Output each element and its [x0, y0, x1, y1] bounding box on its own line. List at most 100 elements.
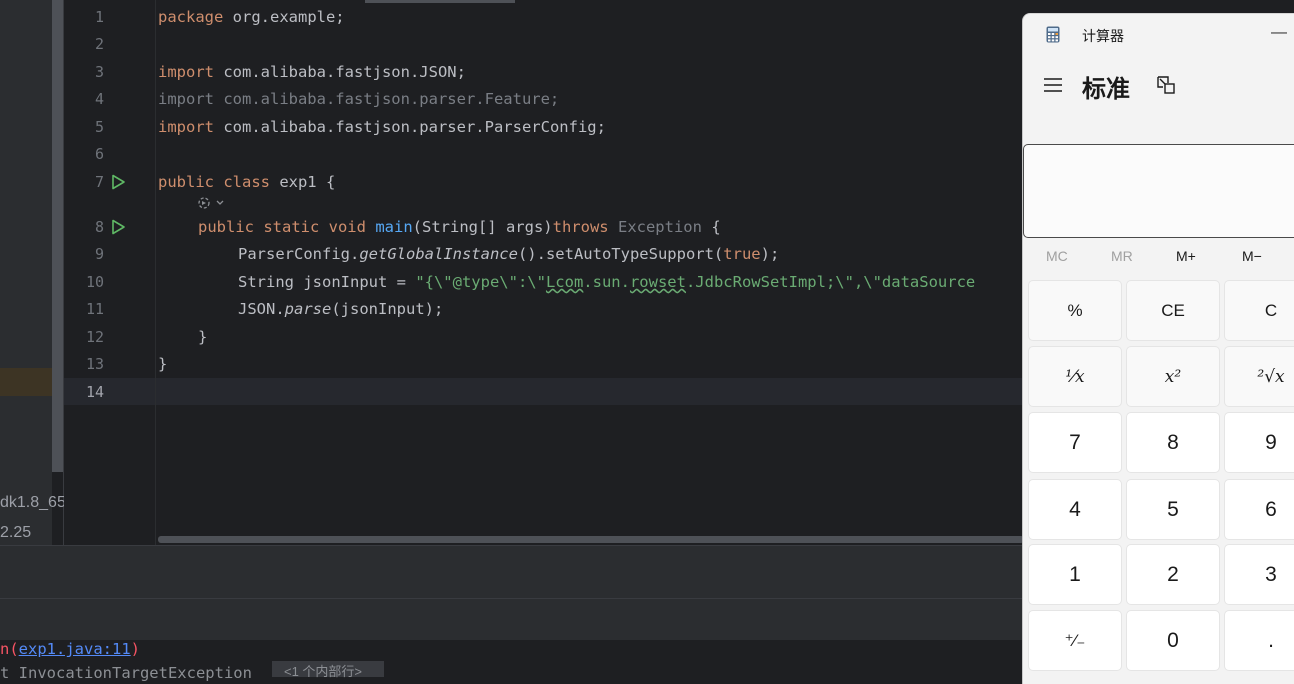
version-label: 2.25: [0, 524, 32, 541]
digit-1-button[interactable]: 1: [1028, 544, 1122, 605]
code-line-3: import com.alibaba.fastjson.JSON;: [158, 63, 466, 81]
percent-button[interactable]: %: [1028, 280, 1122, 341]
square-root-button[interactable]: ²√x: [1224, 346, 1294, 407]
method-name-token: main: [375, 218, 413, 236]
static-method-token: getGlobalInstance: [359, 245, 518, 263]
code-line-11: JSON.parse(jsonInput);: [238, 300, 443, 318]
code-line-8: public static void main(String[] args)th…: [198, 218, 721, 236]
editor-scroll-indicator: [365, 0, 515, 3]
code-line-4-unused-import: import com.alibaba.fastjson.parser.Featu…: [158, 90, 560, 108]
hamburger-menu-icon[interactable]: [1043, 76, 1063, 94]
digit-6-button[interactable]: 6: [1224, 479, 1294, 540]
project-tool-panel: [0, 0, 52, 545]
decimal-button[interactable]: .: [1224, 610, 1294, 671]
code-token: com.alibaba.fastjson.parser.ParserConfig…: [214, 118, 606, 136]
editor-horizontal-scrollbar[interactable]: [158, 536, 1024, 543]
minimize-button[interactable]: —: [1271, 24, 1287, 42]
current-line-highlight: [64, 378, 1024, 405]
calculator-display: [1023, 144, 1294, 238]
keyword-token: throws: [552, 218, 609, 236]
line-number: 13: [85, 355, 104, 373]
code-line-9: ParserConfig.getGlobalInstance().setAuto…: [238, 245, 779, 263]
clear-button[interactable]: C: [1224, 280, 1294, 341]
digit-0-button[interactable]: 0: [1126, 610, 1220, 671]
reciprocal-button[interactable]: ¹⁄x: [1028, 346, 1122, 407]
code-token: com.alibaba.fastjson.JSON;: [214, 63, 466, 81]
keyword-token: package: [158, 8, 224, 26]
static-method-token: parse: [284, 300, 332, 318]
clear-entry-button[interactable]: CE: [1126, 280, 1220, 341]
memory-subtract-button[interactable]: M−: [1242, 248, 1262, 264]
keyword-token: import: [158, 118, 214, 136]
digit-4-button[interactable]: 4: [1028, 479, 1122, 540]
project-panel-scrollbar[interactable]: [52, 0, 63, 472]
run-class-icon[interactable]: [110, 174, 126, 190]
line-number: 9: [94, 245, 104, 263]
negate-button[interactable]: ⁺⁄₋: [1028, 610, 1122, 671]
stacktrace-prefix: n(: [0, 640, 19, 658]
memory-recall-button[interactable]: MR: [1111, 248, 1133, 264]
stacktrace-line: n(exp1.java:11): [0, 640, 140, 658]
code-token: );: [760, 245, 780, 263]
line-number: 5: [94, 118, 104, 136]
code-token: ().setAutoTypeSupport(: [517, 245, 724, 263]
gutter-divider: [155, 0, 156, 545]
line-number: 12: [85, 328, 104, 346]
code-line-12: }: [198, 328, 208, 346]
memory-add-button[interactable]: M+: [1176, 248, 1196, 264]
calculator-app-icon: [1046, 26, 1060, 43]
digit-7-button[interactable]: 7: [1028, 412, 1122, 473]
stacktrace-line: t InvocationTargetException: [0, 664, 252, 682]
source-link[interactable]: exp1.java:11: [19, 640, 131, 658]
jdk-label: dk1.8_65\: [0, 494, 71, 511]
line-number: 1: [94, 8, 104, 26]
line-number: 7: [94, 173, 104, 191]
line-number: 2: [94, 35, 104, 53]
digit-5-button[interactable]: 5: [1126, 479, 1220, 540]
reciprocal-label: ¹⁄x: [1065, 366, 1085, 387]
exception-text: t InvocationTargetException: [0, 664, 252, 682]
code-vision-icon[interactable]: [197, 196, 227, 210]
keyword-token: import: [158, 63, 214, 81]
code-token: (String[] args): [412, 218, 553, 236]
line-number: 6: [94, 145, 104, 163]
line-number-current: 14: [85, 383, 104, 401]
keyword-token: public static void: [198, 218, 366, 236]
run-main-icon[interactable]: [110, 219, 126, 235]
calculator-window: 计算器 — 标准 MC MR M+ M− % CE C ¹⁄x x² ²√x 7…: [1022, 13, 1294, 684]
line-number: 11: [85, 300, 104, 318]
square-root-label: ²√x: [1257, 366, 1285, 387]
square-button[interactable]: x²: [1126, 346, 1220, 407]
calculator-mode-title: 标准: [1082, 76, 1130, 103]
type-token: Exception: [617, 218, 702, 236]
line-number: 3: [94, 63, 104, 81]
string-token-typo: Lcom: [545, 273, 584, 291]
code-line-10: String jsonInput = "{\"@type\":\"Lcom.su…: [238, 273, 975, 291]
code-token: ParserConfig.: [238, 245, 360, 263]
line-number: 10: [85, 273, 104, 291]
keyword-token: public class: [158, 173, 270, 191]
run-tool-toolbar: [0, 545, 1024, 598]
string-token: "{\"@type\":\": [415, 273, 546, 291]
keyword-token: true: [723, 245, 761, 263]
code-token: String jsonInput =: [238, 273, 416, 291]
line-number: 8: [94, 218, 104, 236]
run-tool-tabs: [0, 598, 1024, 641]
code-line-7: public class exp1 {: [158, 173, 335, 191]
code-token: (jsonInput);: [331, 300, 444, 318]
keep-on-top-icon[interactable]: [1156, 75, 1176, 95]
memory-clear-button[interactable]: MC: [1046, 248, 1068, 264]
square-label: x²: [1164, 366, 1182, 387]
string-token-typo: rowset: [629, 273, 686, 291]
digit-2-button[interactable]: 2: [1126, 544, 1220, 605]
digit-9-button[interactable]: 9: [1224, 412, 1294, 473]
digit-3-button[interactable]: 3: [1224, 544, 1294, 605]
stacktrace-suffix: ): [130, 640, 140, 658]
string-token: .sun.: [583, 273, 630, 291]
code-token: exp1 {: [269, 173, 336, 191]
window-title: 计算器: [1082, 28, 1124, 44]
digit-8-button[interactable]: 8: [1126, 412, 1220, 473]
string-token: .JdbcRowSetImpl;\",\"dataSource: [685, 273, 976, 291]
line-number: 4: [94, 90, 104, 108]
code-token: org.example;: [223, 8, 345, 26]
